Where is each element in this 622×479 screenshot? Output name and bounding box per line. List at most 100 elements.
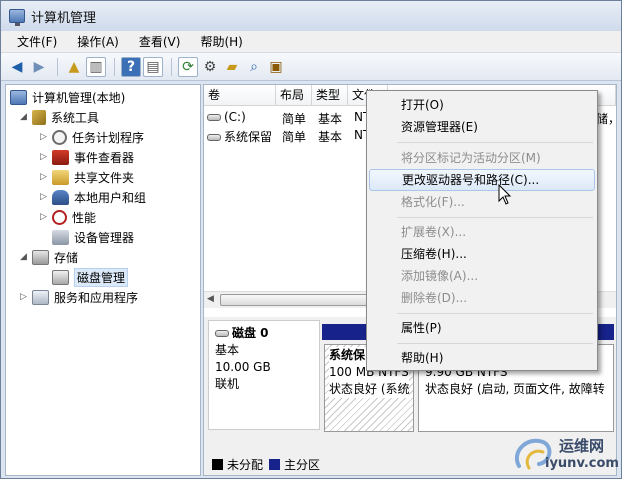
menu-item-explorer[interactable]: 资源管理器(E) bbox=[369, 116, 595, 138]
disk-size: 10.00 GB bbox=[215, 360, 271, 374]
show-hide-tree-icon[interactable]: ▥ bbox=[86, 56, 106, 77]
mouse-cursor-icon bbox=[498, 184, 512, 205]
legend: 未分配 主分区 bbox=[206, 455, 320, 473]
forward-arrow-icon[interactable]: ▶ bbox=[29, 57, 49, 77]
help-icon[interactable]: ? bbox=[121, 56, 141, 77]
toolbar-separator bbox=[57, 57, 58, 76]
drive-icon bbox=[207, 134, 221, 141]
tree-item-event-viewer[interactable]: ▷ 事件查看器 bbox=[40, 147, 134, 167]
column-header-volume[interactable]: 卷 bbox=[204, 85, 276, 106]
menu-item-delete[interactable]: 删除卷(D)... bbox=[369, 287, 595, 309]
menu-item-extend[interactable]: 扩展卷(X)... bbox=[369, 221, 595, 243]
disk-name: 磁盘 0 bbox=[215, 325, 313, 342]
search-icon[interactable]: ⌕ bbox=[244, 57, 264, 77]
menu-bar: 文件(F) 操作(A) 查看(V) 帮助(H) bbox=[1, 31, 621, 53]
volume-name: (C:) bbox=[224, 110, 246, 124]
tree-item-performance[interactable]: ▷ 性能 bbox=[40, 207, 96, 227]
menu-item-add-mirror[interactable]: 添加镜像(A)... bbox=[369, 265, 595, 287]
legend-swatch-primary bbox=[269, 458, 281, 470]
expand-arrow-icon[interactable]: ▷ bbox=[20, 292, 30, 302]
type-cell: 基本 bbox=[318, 130, 343, 144]
refresh-icon[interactable]: ⟳ bbox=[178, 56, 198, 77]
legend-label-primary: 主分区 bbox=[284, 457, 321, 472]
volume-cell: 系统保留 bbox=[207, 128, 272, 145]
tree-item-label: 设备管理器 bbox=[74, 230, 135, 245]
menu-view[interactable]: 查看(V) bbox=[129, 32, 191, 52]
disk-name-text: 磁盘 0 bbox=[232, 326, 269, 340]
disk-status: 联机 bbox=[215, 377, 240, 391]
drive-icon bbox=[207, 114, 221, 121]
menu-action[interactable]: 操作(A) bbox=[67, 32, 129, 52]
computer-management-icon bbox=[9, 9, 25, 26]
legend-swatch-unallocated bbox=[212, 458, 223, 470]
layout-cell: 简单 bbox=[282, 112, 307, 126]
scroll-left-arrow-icon[interactable]: ◀ bbox=[207, 294, 214, 304]
tree-item-disk-management[interactable]: 磁盘管理 bbox=[52, 267, 129, 287]
tree-item-label: 本地用户和组 bbox=[74, 190, 147, 205]
disk-management-icon bbox=[52, 269, 69, 285]
shared-folder-icon bbox=[52, 169, 69, 185]
column-header-layout[interactable]: 布局 bbox=[276, 85, 312, 106]
menu-item-shrink[interactable]: 压缩卷(H)... bbox=[369, 243, 595, 265]
properties-pane-icon[interactable]: ▤ bbox=[143, 56, 163, 77]
volume-cell: (C:) bbox=[207, 110, 246, 124]
event-viewer-icon bbox=[52, 149, 69, 165]
column-header-type[interactable]: 类型 bbox=[312, 85, 348, 106]
context-menu: 打开(O) 资源管理器(E) 将分区标记为活动分区(M) 更改驱动器号和路径(C… bbox=[366, 90, 598, 371]
tree-item-label: 存储 bbox=[54, 250, 79, 265]
expand-arrow-icon[interactable]: ▷ bbox=[40, 152, 50, 162]
menu-help[interactable]: 帮助(H) bbox=[190, 32, 252, 52]
tree-item-root[interactable]: 计算机管理(本地) bbox=[10, 87, 125, 107]
menu-item-change-drive-letter[interactable]: 更改驱动器号和路径(C)... bbox=[369, 169, 595, 191]
expand-arrow-icon[interactable]: ▷ bbox=[40, 192, 50, 202]
legend-label-unallocated: 未分配 bbox=[227, 457, 264, 472]
tree-item-local-users[interactable]: ▷ 本地用户和组 bbox=[40, 187, 146, 207]
settings-icon[interactable]: ⚙ bbox=[200, 57, 220, 77]
menu-file[interactable]: 文件(F) bbox=[7, 32, 67, 52]
expand-arrow-icon[interactable]: ▷ bbox=[40, 212, 50, 222]
computer-management-window: 计算机管理 文件(F) 操作(A) 查看(V) 帮助(H) ◀ ▶ ▲ ▥ ? … bbox=[0, 0, 622, 479]
computer-icon bbox=[10, 89, 27, 105]
toolbar-separator bbox=[171, 57, 172, 76]
tree-item-device-manager[interactable]: 设备管理器 bbox=[52, 227, 134, 247]
scroll-thumb[interactable] bbox=[220, 294, 370, 306]
menu-item-mark-active[interactable]: 将分区标记为活动分区(M) bbox=[369, 147, 595, 169]
window-title: 计算机管理 bbox=[31, 10, 97, 26]
menu-item-properties[interactable]: 属性(P) bbox=[369, 317, 595, 339]
disk-info[interactable]: 磁盘 0 基本 10.00 GB 联机 bbox=[208, 320, 320, 430]
storage-icon bbox=[32, 249, 49, 265]
menu-separator bbox=[397, 142, 593, 143]
collapse-arrow-icon[interactable]: ◢ bbox=[20, 252, 30, 262]
menu-item-format[interactable]: 格式化(F)... bbox=[369, 191, 595, 213]
menu-item-help[interactable]: 帮助(H) bbox=[369, 347, 595, 369]
disk-kind: 基本 bbox=[215, 343, 240, 357]
open-folder-icon[interactable]: ▰ bbox=[222, 57, 242, 77]
menu-separator bbox=[397, 217, 593, 218]
collapse-arrow-icon[interactable]: ◢ bbox=[20, 112, 30, 122]
tree-item-label: 服务和应用程序 bbox=[54, 290, 139, 305]
tree-item-shared-folders[interactable]: ▷ 共享文件夹 bbox=[40, 167, 134, 187]
tree-item-system-tools[interactable]: ◢ 系统工具 bbox=[20, 107, 99, 127]
layout-cell: 简单 bbox=[282, 130, 307, 144]
title-bar: 计算机管理 bbox=[1, 1, 621, 31]
navigation-tree: 计算机管理(本地) ◢ 系统工具 ▷ 任务计划程序 ▷ 事件查看器 ▷ 共享文件… bbox=[5, 84, 201, 476]
tree-item-label: 性能 bbox=[72, 210, 97, 225]
tree-item-label: 系统工具 bbox=[51, 110, 100, 125]
menu-separator bbox=[397, 313, 593, 314]
toolbar-separator bbox=[114, 57, 115, 76]
tree-item-task-scheduler[interactable]: ▷ 任务计划程序 bbox=[40, 127, 144, 147]
expand-arrow-icon[interactable]: ▷ bbox=[40, 172, 50, 182]
up-folder-icon[interactable]: ▲ bbox=[64, 57, 84, 77]
back-arrow-icon[interactable]: ◀ bbox=[7, 57, 27, 77]
disk-tool-icon[interactable]: ▣ bbox=[266, 57, 286, 77]
expand-arrow-icon[interactable]: ▷ bbox=[40, 132, 50, 142]
tree-item-storage[interactable]: ◢ 存储 bbox=[20, 247, 78, 267]
users-icon bbox=[52, 189, 69, 205]
tree-item-label: 计算机管理(本地) bbox=[32, 90, 126, 105]
overflow-cell: 储，3 bbox=[596, 112, 616, 126]
tree-item-label: 磁盘管理 bbox=[74, 267, 129, 287]
disk-icon bbox=[215, 330, 229, 337]
tree-item-services-apps[interactable]: ▷ 服务和应用程序 bbox=[20, 287, 138, 307]
services-icon bbox=[32, 289, 49, 305]
menu-item-open[interactable]: 打开(O) bbox=[369, 94, 595, 116]
